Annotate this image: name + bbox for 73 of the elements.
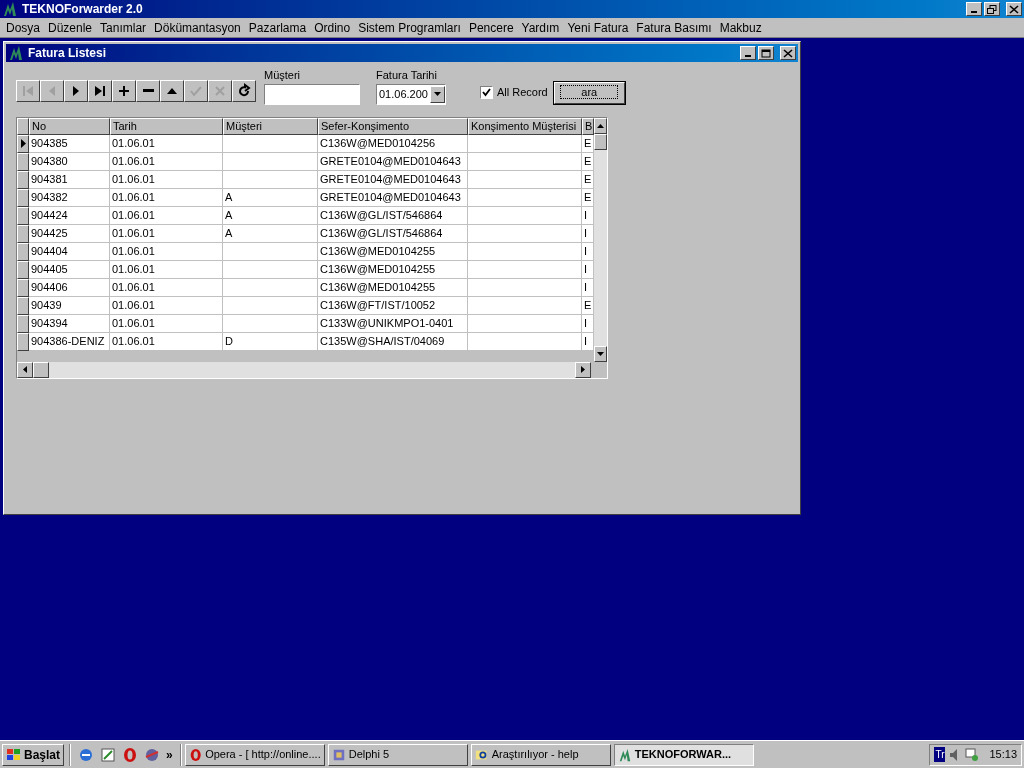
maximize-button[interactable] — [758, 46, 774, 60]
close-button[interactable] — [780, 46, 796, 60]
column-header[interactable]: No — [29, 117, 110, 135]
minimize-button[interactable] — [966, 2, 982, 16]
scroll-up-icon — [597, 123, 604, 128]
menu-item[interactable]: Yardım — [517, 18, 564, 37]
menu-item[interactable]: Makbuz — [715, 18, 766, 37]
search-button[interactable]: ara — [553, 81, 625, 104]
globe-icon[interactable] — [144, 746, 161, 763]
minimize-button[interactable] — [740, 46, 756, 60]
start-button[interactable]: Başlat — [2, 743, 65, 766]
navigator-button[interactable] — [112, 79, 136, 102]
menu-item[interactable]: Tanımlar — [96, 18, 151, 37]
date-combo-box[interactable]: 01.06.200 — [376, 83, 446, 105]
minimize-icon — [971, 10, 977, 13]
field-label: Müşteri — [264, 68, 302, 83]
dropdown-arrow-icon — [434, 92, 441, 96]
restore-button[interactable] — [984, 2, 1000, 16]
close-button[interactable] — [1006, 2, 1022, 16]
app-logo-icon — [2, 1, 18, 17]
language-indicator[interactable]: Tr — [934, 747, 946, 762]
opera-icon — [188, 747, 203, 762]
column-header[interactable]: B — [582, 117, 594, 135]
close-icon — [783, 48, 793, 58]
app-logo-icon — [617, 747, 632, 762]
menu-item[interactable]: Dosya — [2, 18, 44, 37]
navigator-button[interactable] — [160, 79, 184, 102]
taskbar-task[interactable]: TEKNOFORWAR... — [613, 743, 754, 766]
taskbar-task[interactable]: Araştırılıyor - help — [470, 743, 611, 766]
menu-item[interactable]: Pazarlama — [244, 18, 311, 37]
window-title: Fatura Listesi — [28, 45, 107, 62]
more-chevron[interactable]: » — [166, 745, 173, 764]
opera-icon[interactable] — [122, 746, 139, 763]
menu-item[interactable]: Dökümantasyon — [150, 18, 245, 37]
windows-flag-icon — [6, 747, 22, 762]
maximize-icon — [761, 48, 771, 58]
menu-item[interactable]: Ordino — [310, 18, 355, 37]
navigator-button[interactable] — [232, 79, 256, 102]
menu-item[interactable]: Yeni Fatura — [563, 18, 633, 37]
menu-item[interactable]: Düzenle — [44, 18, 97, 37]
customer-input-field[interactable] — [264, 83, 360, 105]
all-record-checkbox[interactable] — [480, 86, 493, 99]
clock: 15:13 — [989, 747, 1017, 763]
checkbox-label: All Record — [497, 85, 548, 101]
restore-icon — [987, 4, 997, 14]
close-icon — [1009, 4, 1019, 14]
minimize-icon — [745, 54, 751, 57]
column-header[interactable]: Müşteri — [223, 117, 318, 135]
computer-icon[interactable] — [965, 747, 980, 762]
menu-item[interactable]: Sistem Programları — [354, 18, 465, 37]
navigator-button[interactable] — [136, 79, 160, 102]
app-logo-icon — [8, 45, 24, 61]
scroll-left-icon — [23, 366, 27, 373]
vertical-scrollbar[interactable] — [594, 117, 607, 362]
menu-item[interactable]: Pencere — [464, 18, 518, 37]
column-header[interactable]: Konşimento Müşterisi — [468, 117, 582, 135]
navigator-button[interactable] — [64, 79, 88, 102]
current-row-icon — [20, 139, 26, 148]
notepad-icon[interactable] — [100, 746, 117, 763]
refresh-icon — [236, 82, 252, 99]
navigator-button[interactable] — [88, 79, 112, 102]
minus-icon — [142, 89, 154, 92]
scroll-thumb[interactable] — [33, 361, 49, 378]
taskbar-task[interactable]: Opera - [ http://online.... — [184, 743, 325, 766]
column-header[interactable]: Tarih — [110, 117, 223, 135]
scroll-down-icon — [597, 351, 604, 356]
scroll-right-icon — [581, 366, 585, 373]
horizontal-scrollbar[interactable] — [17, 361, 591, 378]
window-title: TEKNOForwarder 2.0 — [22, 1, 143, 18]
taskbar-task[interactable]: Delphi 5 — [327, 743, 468, 766]
field-label: Fatura Tarihi — [376, 68, 438, 83]
menu-item[interactable]: Fatura Basımı — [632, 18, 716, 37]
column-header[interactable]: Sefer-Konşimento — [318, 117, 468, 135]
